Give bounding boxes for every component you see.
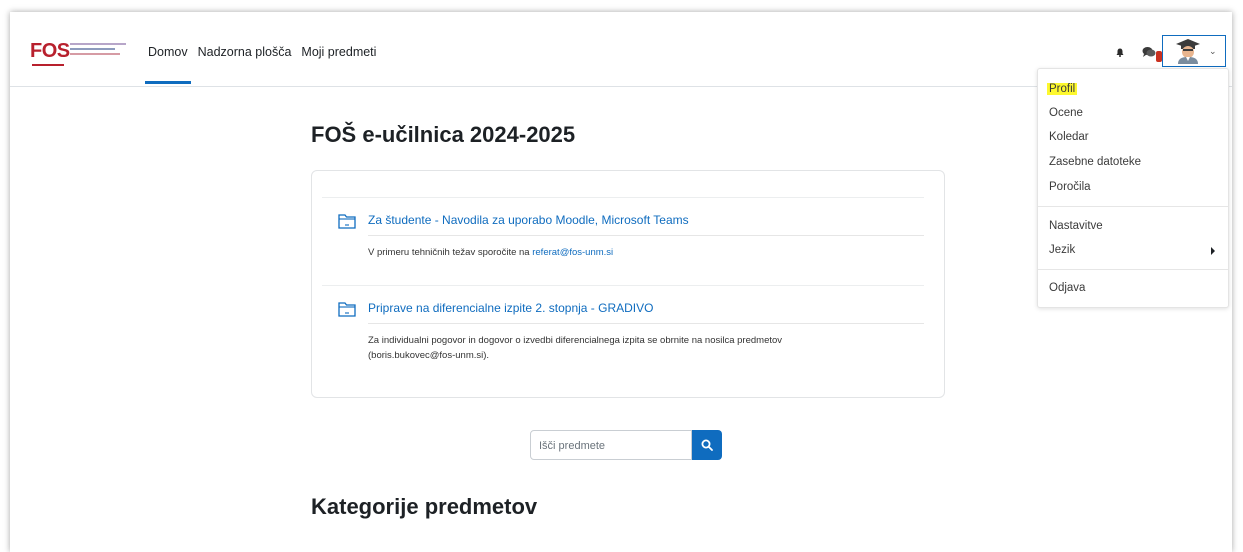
menu-item-porocila[interactable]: Poročila xyxy=(1049,181,1091,193)
logo-underline xyxy=(32,64,64,66)
menu-item-odjava[interactable]: Odjava xyxy=(1049,282,1085,294)
nav-link-moji-predmeti[interactable]: Moji predmeti xyxy=(298,12,379,84)
search-icon xyxy=(701,439,713,451)
menu-item-zasebne-datoteke[interactable]: Zasebne datoteke xyxy=(1049,156,1141,168)
divider xyxy=(322,285,924,286)
divider xyxy=(368,235,924,236)
menu-item-ocene[interactable]: Ocene xyxy=(1049,107,1083,119)
page-title: FOŠ e-učilnica 2024-2025 xyxy=(311,122,576,147)
course-summary: Za individualni pogovor in dogovor o izv… xyxy=(368,333,782,363)
divider xyxy=(368,323,924,324)
menu-item-koledar[interactable]: Koledar xyxy=(1049,131,1089,143)
course-summary: V primeru tehničnih težav sporočite na r… xyxy=(368,245,613,260)
folder-icon xyxy=(338,302,356,317)
chevron-down-icon: ⌄ xyxy=(1209,46,1217,56)
submenu-caret-icon xyxy=(1211,247,1215,255)
primary-navigation: Domov Nadzorna plošča Moji predmeti xyxy=(145,12,383,86)
course-link[interactable]: Priprave na diferencialne izpite 2. stop… xyxy=(368,301,653,315)
summary-line: (boris.bukovec@fos-unm.si). xyxy=(368,350,490,361)
logo-subtitle xyxy=(70,43,126,58)
divider xyxy=(322,197,924,198)
search-input[interactable]: Išči predmete xyxy=(530,430,692,460)
menu-item-nastavitve[interactable]: Nastavitve xyxy=(1049,220,1103,232)
user-menu-dropdown: Profil Ocene Koledar Zasebne datoteke Po… xyxy=(1037,68,1229,308)
menu-divider xyxy=(1038,269,1228,270)
nav-link-nadzorna-plosca[interactable]: Nadzorna plošča xyxy=(195,12,295,84)
logo-text: FOS xyxy=(30,40,70,62)
available-courses-card: Za študente - Navodila za uporabo Moodle… xyxy=(311,170,945,398)
user-menu-toggle[interactable]: ⌄ xyxy=(1162,35,1226,67)
chat-icon[interactable] xyxy=(1142,46,1156,58)
nav-link-domov[interactable]: Domov xyxy=(145,12,191,84)
bell-icon[interactable] xyxy=(1116,48,1124,57)
menu-item-profil[interactable]: Profil xyxy=(1047,83,1078,95)
menu-divider xyxy=(1038,206,1228,207)
email-link[interactable]: referat@fos-unm.si xyxy=(532,247,613,258)
browser-page: FOS Domov Nadzorna plošča Moji predmeti xyxy=(10,12,1232,552)
course-search: Išči predmete xyxy=(530,430,722,460)
summary-text: V primeru tehničnih težav sporočite na xyxy=(368,247,533,258)
menu-item-jezik[interactable]: Jezik xyxy=(1049,244,1075,256)
graduate-avatar-icon xyxy=(1176,39,1200,64)
section-heading-categories: Kategorije predmetov xyxy=(311,494,538,519)
folder-icon xyxy=(338,214,356,229)
search-button[interactable] xyxy=(692,430,722,460)
course-link[interactable]: Za študente - Navodila za uporabo Moodle… xyxy=(368,213,689,227)
site-logo[interactable]: FOS xyxy=(30,40,130,66)
summary-line: Za individualni pogovor in dogovor o izv… xyxy=(368,335,783,346)
